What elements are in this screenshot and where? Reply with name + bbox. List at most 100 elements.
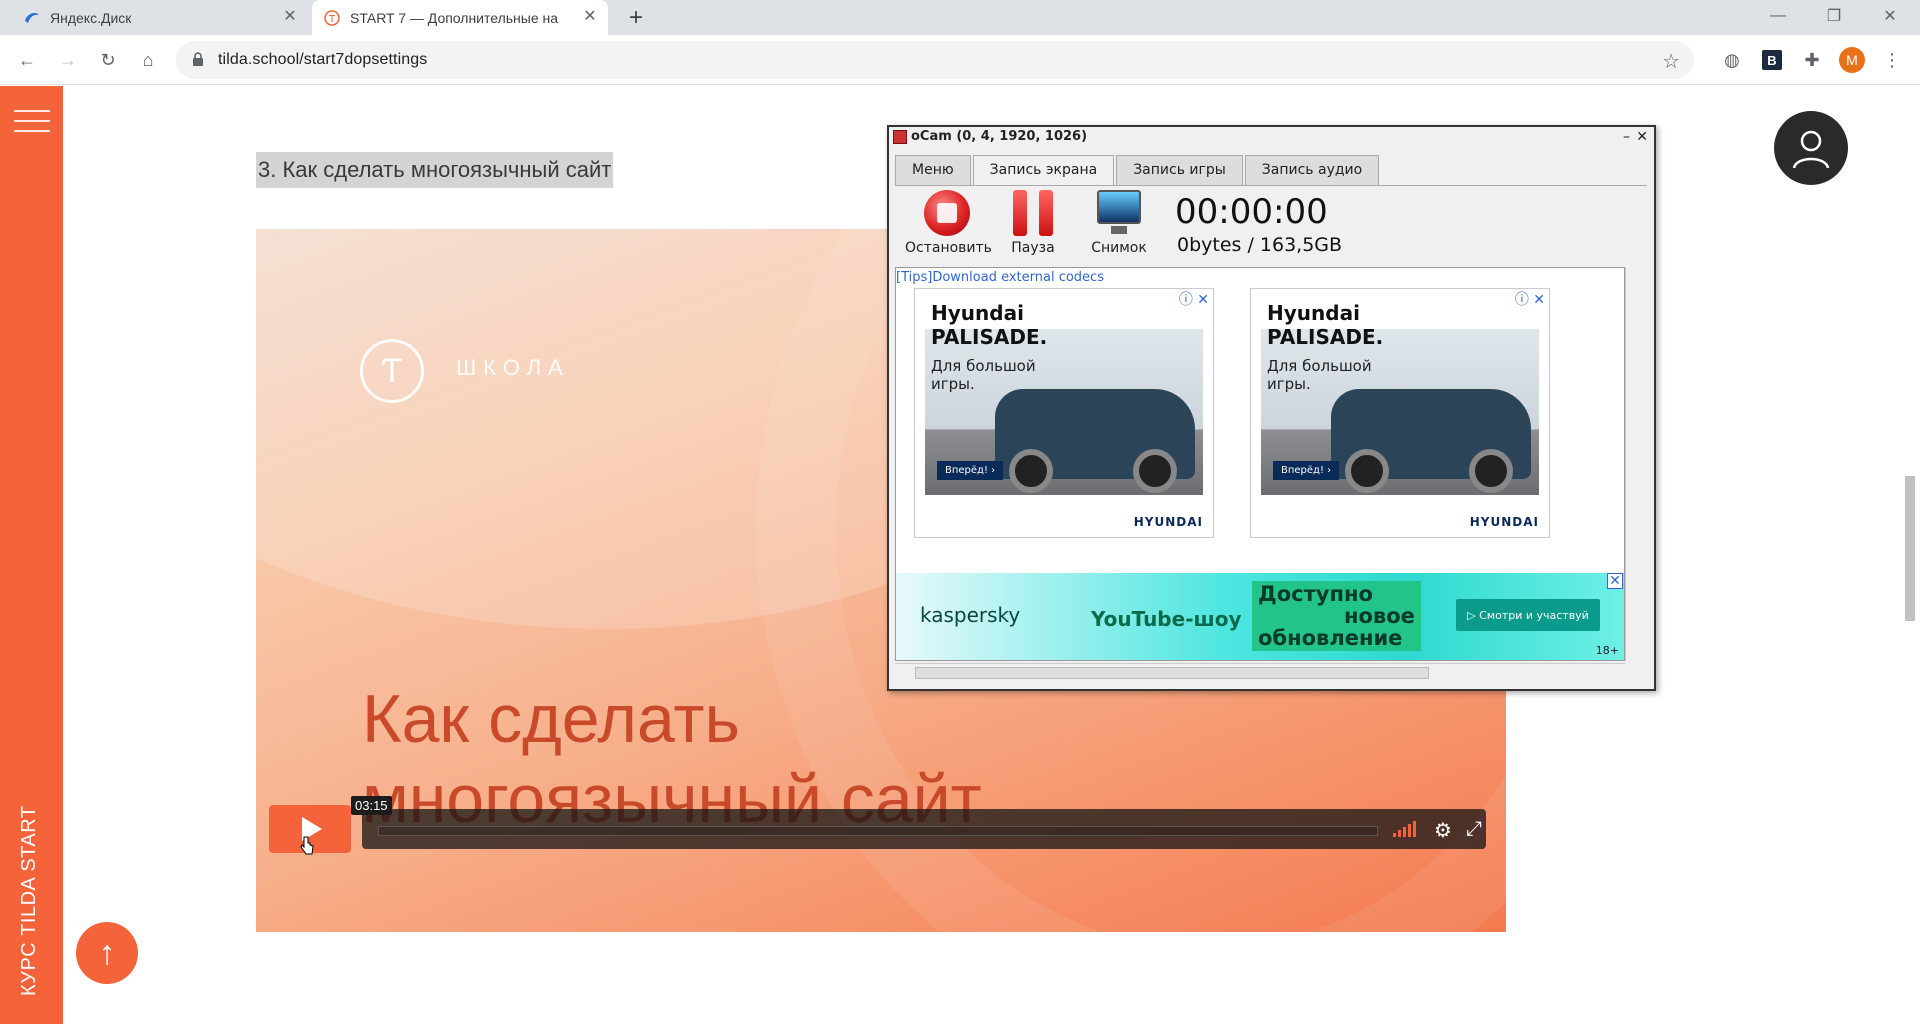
hand-cursor-icon <box>300 836 314 856</box>
kaspersky-logo: kaspersky <box>920 603 1021 627</box>
ad-headline-line: PALISADE. <box>931 325 1048 349</box>
ad-headline-line: Hyundai <box>931 301 1024 325</box>
menu-button[interactable]: ⋮ <box>1878 46 1906 74</box>
yandex-disk-icon <box>24 10 40 26</box>
arrow-left-icon: ← <box>18 49 36 70</box>
tab-title: START 7 — Дополнительные на <box>350 9 559 26</box>
kebab-menu-icon: ⋮ <box>1883 49 1901 70</box>
browser-tab-strip: Яндекс.Диск ✕ T START 7 — Дополнительные… <box>0 0 1920 35</box>
new-tab-button[interactable]: + <box>620 0 652 35</box>
restore-button[interactable]: ❐ <box>1806 0 1862 32</box>
scroll-to-top-button[interactable]: ↑ <box>76 922 138 984</box>
ad-subtext-line: Для большой <box>931 357 1036 375</box>
close-icon[interactable]: ✕ <box>582 9 598 25</box>
close-icon[interactable]: ✕ <box>282 9 298 25</box>
snapshot-label: Снимок <box>1091 240 1147 256</box>
close-window-button[interactable]: ✕ <box>1862 0 1918 32</box>
ocam-toolbar: Остановить Пауза Снимок 00:00:00 0bytes … <box>895 185 1647 265</box>
ad-headline-line: Hyundai <box>1267 301 1360 325</box>
arrow-up-icon: ↑ <box>98 933 116 972</box>
monitor-icon <box>1095 190 1143 236</box>
ad-subtext-line: Для большой <box>1267 357 1372 375</box>
ad-subtext: Для большой игры. <box>1267 357 1372 393</box>
tab-yandex-disk[interactable]: Яндекс.Диск ✕ <box>12 0 308 35</box>
user-account-button[interactable] <box>1774 111 1848 185</box>
ad-close-icon[interactable]: ⓘ ✕ <box>1179 289 1209 309</box>
vertical-scrollbar[interactable] <box>1625 267 1643 661</box>
scrollbar-thumb[interactable] <box>1905 476 1915 621</box>
banner-close-icon[interactable]: ✕ <box>1607 573 1623 589</box>
forward-button[interactable]: → <box>54 46 82 74</box>
close-icon[interactable]: ✕ <box>1636 127 1648 147</box>
tab-title: Яндекс.Диск <box>50 9 132 26</box>
hamburger-menu-icon[interactable] <box>14 110 50 136</box>
profile-button[interactable]: M <box>1838 46 1866 74</box>
gear-icon[interactable]: ⚙ <box>1434 818 1452 843</box>
minimize-icon: — <box>1770 7 1786 24</box>
address-bar[interactable]: tilda.school/start7dopsettings ☆ <box>176 41 1694 79</box>
reload-icon: ↻ <box>100 49 116 70</box>
stop-button[interactable]: Остановить <box>905 190 992 256</box>
ocam-titlebar[interactable]: oCam (0, 4, 1920, 1026) – ✕ <box>889 127 1654 147</box>
ad-cta-button[interactable]: Вперёд! › <box>937 461 1004 480</box>
ad-cta-button[interactable]: Вперёд! › <box>1273 461 1340 480</box>
age-rating: 18+ <box>1595 644 1619 657</box>
stop-icon <box>924 190 970 236</box>
pause-icon <box>1013 190 1053 236</box>
car-image <box>1331 389 1531 493</box>
hyundai-ad[interactable]: Hyundai PALISADE. Для большой игры. Впер… <box>914 288 1214 538</box>
banner-cta-button[interactable]: ▷ Смотри и участвуй <box>1456 599 1600 631</box>
kaspersky-banner[interactable]: kaspersky YouTube-шоу Доступно новое обн… <box>896 573 1624 660</box>
hyundai-logo: HYUNDAI <box>1469 515 1539 529</box>
minimize-button[interactable]: – <box>1623 127 1630 147</box>
new-tab-icon: + <box>628 3 643 31</box>
back-button[interactable]: ← <box>13 46 41 74</box>
ocam-tabs: Меню Запись экрана Запись игры Запись ау… <box>895 155 1381 186</box>
course-label[interactable]: КУРС TILDA START <box>18 805 41 996</box>
tab-screen-record[interactable]: Запись экрана <box>972 155 1115 186</box>
tilda-icon: T <box>324 9 340 26</box>
snapshot-button[interactable]: Снимок <box>1089 190 1149 256</box>
volume-icon[interactable] <box>1393 821 1416 837</box>
fullscreen-icon[interactable]: ⤢ <box>1466 818 1482 841</box>
logo-glyph: Ƭ <box>381 351 403 390</box>
progress-scrubber[interactable] <box>378 826 1378 836</box>
reload-button[interactable]: ↻ <box>94 46 122 74</box>
home-button[interactable]: ⌂ <box>134 46 162 74</box>
scrollbar-thumb[interactable] <box>915 667 1429 679</box>
ocam-window: oCam (0, 4, 1920, 1026) – ✕ Меню Запись … <box>887 125 1656 691</box>
banner-headline-line: Доступно <box>1258 582 1373 606</box>
tab-audio-record[interactable]: Запись аудио <box>1244 155 1380 185</box>
ad-subtext: Для большой игры. <box>931 357 1036 393</box>
section-title: 3. Как сделать многоязычный сайт <box>256 152 614 188</box>
ocam-ad-area: [Tips]Download external codecs Hyundai P… <box>895 267 1625 661</box>
extensions-button[interactable]: ✚ <box>1798 46 1826 74</box>
ocam-app-icon <box>893 130 907 144</box>
ad-close-icon[interactable]: ⓘ ✕ <box>1515 289 1545 309</box>
b-extension-button[interactable]: B <box>1758 46 1786 74</box>
hyundai-ad[interactable]: Hyundai PALISADE. Для большой игры. Впер… <box>1250 288 1550 538</box>
lock-icon <box>192 52 204 71</box>
tab-start7[interactable]: T START 7 — Дополнительные на ✕ <box>312 0 608 35</box>
minimize-button[interactable]: — <box>1750 0 1806 32</box>
tilda-school-logo: Ƭ <box>360 339 424 403</box>
globe-extension-button[interactable]: ◍ <box>1718 46 1746 74</box>
globe-icon: ◍ <box>1724 49 1740 70</box>
url-text: tilda.school/start7dopsettings <box>218 51 428 68</box>
arrow-right-icon: → <box>59 49 77 70</box>
hyundai-logo: HYUNDAI <box>1133 515 1203 529</box>
horizontal-scrollbar[interactable] <box>895 663 1625 681</box>
banner-headline-line: новое <box>1344 604 1415 628</box>
pause-button[interactable]: Пауза <box>1003 190 1063 256</box>
user-icon <box>1792 130 1830 169</box>
video-title-line: Как сделать <box>362 681 740 757</box>
tab-menu[interactable]: Меню <box>895 155 971 185</box>
tab-game-record[interactable]: Запись игры <box>1116 155 1243 185</box>
tips-link[interactable]: [Tips]Download external codecs <box>896 270 1104 285</box>
bookmark-star-icon[interactable]: ☆ <box>1662 49 1680 74</box>
time-tooltip: 03:15 <box>351 796 392 815</box>
recording-size: 0bytes / 163,5GB <box>1177 234 1343 256</box>
puzzle-icon: ✚ <box>1804 49 1820 70</box>
ocam-title: oCam (0, 4, 1920, 1026) <box>911 129 1088 144</box>
b-extension-icon: B <box>1762 50 1782 70</box>
